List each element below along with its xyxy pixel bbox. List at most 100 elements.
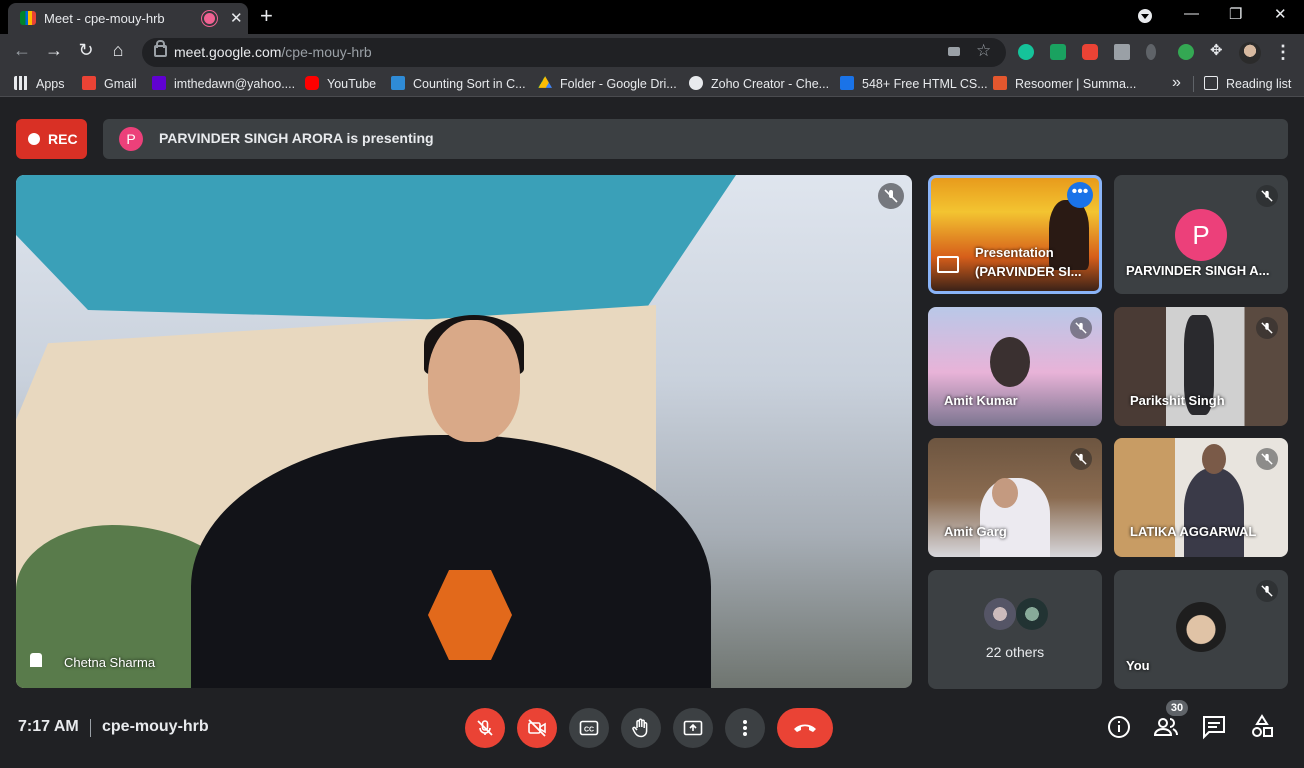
home-button[interactable]: ⌂ xyxy=(106,40,130,61)
tile-you[interactable]: You xyxy=(1114,570,1288,689)
mic-muted-icon xyxy=(878,183,904,209)
tile-amit-kumar[interactable]: Amit Kumar xyxy=(928,307,1102,426)
meet-extension-icon[interactable] xyxy=(1050,44,1066,60)
recording-button[interactable]: REC xyxy=(16,119,87,159)
participant-video xyxy=(990,337,1030,387)
record-dot-icon xyxy=(28,133,40,145)
bookmark-apps[interactable]: Apps xyxy=(14,76,65,91)
browser-menu-icon[interactable]: ⋮ xyxy=(1274,42,1292,63)
participant-video xyxy=(1184,468,1244,557)
present-screen-icon xyxy=(937,256,959,273)
tab-search-icon[interactable] xyxy=(1138,9,1152,23)
recorder-extension-icon[interactable] xyxy=(1082,44,1098,60)
url-text[interactable]: meet.google.com/cpe-mouy-hrb xyxy=(174,44,372,60)
more-options-button[interactable] xyxy=(725,708,765,748)
back-button[interactable]: ← xyxy=(10,40,34,61)
minimize-window-button[interactable]: — xyxy=(1184,5,1199,22)
camera-off-icon xyxy=(528,719,546,737)
address-bar[interactable]: meet.google.com/cpe-mouy-hrb ☆ xyxy=(142,38,1006,67)
others-count: 22 others xyxy=(985,644,1045,660)
raise-hand-button[interactable] xyxy=(621,708,661,748)
toggle-camera-button[interactable] xyxy=(517,708,557,748)
more-options-icon[interactable]: ••• xyxy=(1067,182,1093,208)
mic-muted-icon xyxy=(1070,317,1092,339)
google-meet-favicon-icon xyxy=(20,11,36,25)
extensions-puzzle-icon[interactable]: ✥ xyxy=(1210,41,1226,59)
presenting-banner: P PARVINDER SINGH ARORA is presenting xyxy=(103,119,1288,159)
bookmark-youtube[interactable]: YouTube xyxy=(305,76,376,91)
tile-others[interactable]: 22 others xyxy=(928,570,1102,689)
tile-name: Amit Garg xyxy=(944,524,1007,539)
rec-label: REC xyxy=(48,131,78,147)
bookmark-google-drive[interactable]: Folder - Google Dri... xyxy=(538,76,677,91)
participant-count-badge: 30 xyxy=(1166,700,1188,716)
new-tab-button[interactable]: + xyxy=(260,3,273,29)
mic-muted-icon xyxy=(1070,448,1092,470)
mic-muted-icon xyxy=(1256,317,1278,339)
people-icon[interactable] xyxy=(1153,714,1179,740)
more-vert-icon xyxy=(743,720,747,736)
bookmark-gmail[interactable]: Gmail xyxy=(82,76,137,91)
tile-latika-aggarwal[interactable]: LATIKA AGGARWAL xyxy=(1114,438,1288,557)
camera-in-use-icon[interactable] xyxy=(948,47,960,56)
bookmark-resoomer[interactable]: Resoomer | Summa... xyxy=(993,76,1136,91)
tile-name: Parikshit Singh xyxy=(1130,393,1225,408)
bookmarks-divider xyxy=(1193,76,1194,92)
main-speaker-video[interactable]: Chetna Sharma xyxy=(16,175,912,688)
bookmark-counting-sort[interactable]: Counting Sort in C... xyxy=(391,76,526,91)
captions-button[interactable]: CC xyxy=(569,708,609,748)
bookmark-free-html-css[interactable]: 548+ Free HTML CS... xyxy=(840,76,988,91)
more-bookmarks-button[interactable]: » xyxy=(1172,74,1181,92)
meeting-details-icon[interactable] xyxy=(1106,714,1132,740)
speaker-name: Chetna Sharma xyxy=(64,655,156,670)
activities-icon[interactable] xyxy=(1249,714,1275,740)
self-avatar xyxy=(1176,602,1226,652)
tab-title: Meet - cpe-mouy-hrb xyxy=(44,11,165,26)
tile-parvinder[interactable]: P PARVINDER SINGH A... xyxy=(1114,175,1288,294)
forward-button[interactable]: → xyxy=(42,40,66,61)
chat-icon[interactable] xyxy=(1201,714,1227,740)
mic-muted-icon xyxy=(1256,185,1278,207)
bookmark-star-icon[interactable]: ☆ xyxy=(976,41,991,61)
meeting-code: cpe-mouy-hrb xyxy=(102,718,209,735)
recording-indicator-icon xyxy=(204,13,215,24)
present-now-button[interactable] xyxy=(673,708,713,748)
restore-window-button[interactable]: ❐ xyxy=(1229,5,1242,23)
tile-presentation[interactable]: ••• Presentation (PARVINDER SI... xyxy=(928,175,1102,294)
pin-icon[interactable] xyxy=(30,653,42,667)
hang-up-icon xyxy=(794,724,816,732)
participant-avatar: P xyxy=(1175,209,1227,261)
browser-tab-meet[interactable]: Meet - cpe-mouy-hrb ✕ xyxy=(8,3,248,34)
bookmark-yahoo[interactable]: imthedawn@yahoo.... xyxy=(152,76,295,91)
mic-muted-icon xyxy=(1256,448,1278,470)
captions-icon: CC xyxy=(579,720,599,736)
tile-amit-garg[interactable]: Amit Garg xyxy=(928,438,1102,557)
video-background xyxy=(16,175,736,325)
speaker-figure xyxy=(428,320,520,442)
profile-avatar[interactable] xyxy=(1239,42,1261,64)
bookmarks-bar: Apps Gmail imthedawn@yahoo.... YouTube C… xyxy=(0,72,1304,97)
close-tab-icon[interactable]: ✕ xyxy=(230,9,243,27)
participant-avatar xyxy=(1016,598,1048,630)
lock-icon[interactable] xyxy=(154,40,167,57)
tile-name: You xyxy=(1126,658,1150,673)
reading-list-button[interactable]: Reading list xyxy=(1204,76,1291,91)
grammarly-extension-icon[interactable] xyxy=(1018,44,1034,60)
extension-icon[interactable] xyxy=(1114,44,1130,60)
meeting-time: 7:17 AM xyxy=(18,718,79,735)
participant-avatar xyxy=(984,598,1016,630)
extension-icon[interactable] xyxy=(1146,44,1156,60)
presenter-avatar: P xyxy=(119,127,143,151)
tile-name: PARVINDER SINGH A... xyxy=(1126,263,1270,278)
presenting-text: PARVINDER SINGH ARORA is presenting xyxy=(159,130,434,146)
bookmark-zoho-creator[interactable]: Zoho Creator - Che... xyxy=(689,76,829,91)
toggle-microphone-button[interactable] xyxy=(465,708,505,748)
tree-extension-icon[interactable] xyxy=(1178,44,1194,60)
leave-call-button[interactable] xyxy=(777,708,833,748)
tile-parikshit-singh[interactable]: Parikshit Singh xyxy=(1114,307,1288,426)
mic-off-icon xyxy=(477,720,493,736)
close-window-button[interactable]: ✕ xyxy=(1274,5,1287,23)
reload-button[interactable]: ↻ xyxy=(74,40,98,61)
browser-toolbar: ← → ↻ ⌂ meet.google.com/cpe-mouy-hrb ☆ ✥… xyxy=(0,34,1304,72)
divider xyxy=(90,719,91,737)
